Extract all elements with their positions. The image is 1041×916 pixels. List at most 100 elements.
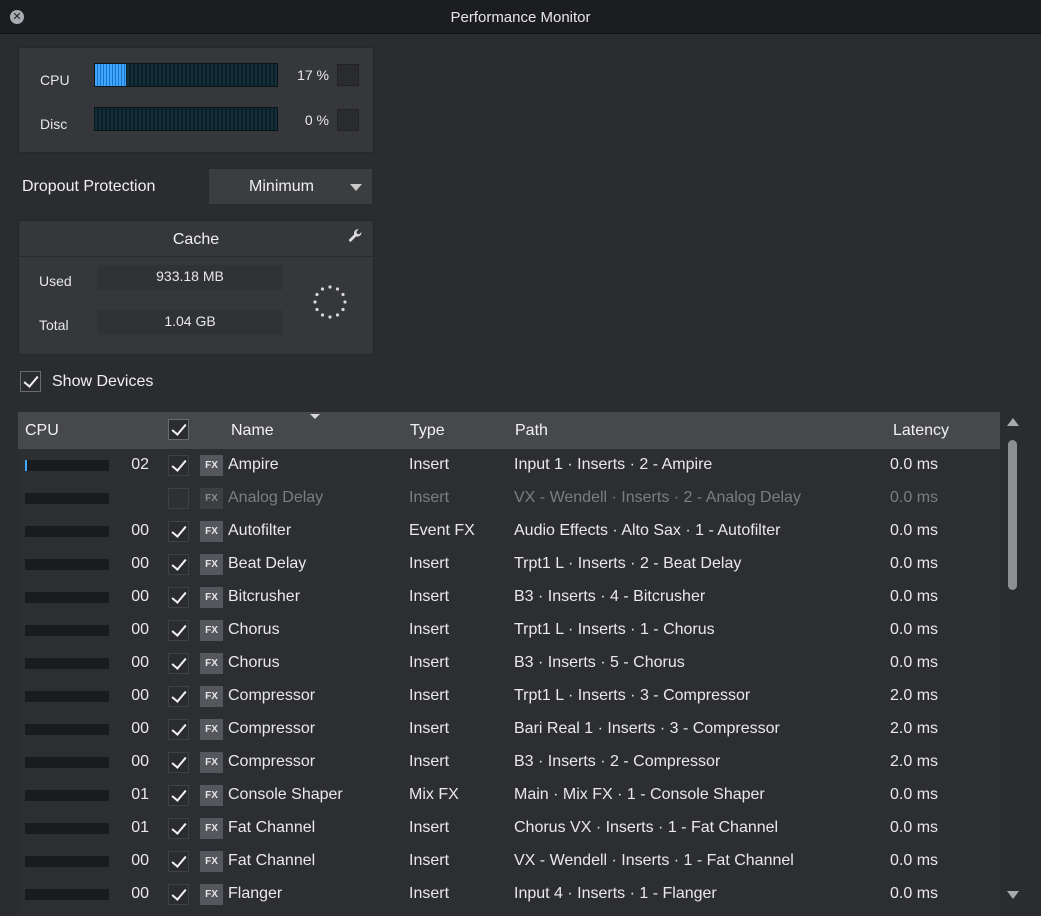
device-path: Input 1 · Inserts · 2 - Ampire — [514, 456, 713, 473]
table-row[interactable]: 00 FX Compressor Insert Bari Real 1 · Insert… — [18, 713, 1000, 746]
device-path: VX - Wendell · Inserts · 1 - Fat Channel — [514, 852, 794, 869]
device-enable-checkbox[interactable] — [168, 587, 189, 608]
device-cpu-meter — [25, 460, 109, 471]
title-bar: ✕ Performance Monitor — [0, 0, 1041, 34]
device-enable-toggle[interactable] — [168, 719, 189, 740]
device-path: B3 · Inserts · 4 - Bitcrusher — [514, 588, 706, 605]
table-row[interactable]: 02 FX Ampire Insert Input 1 · Inserts · 2 - … — [18, 449, 1000, 482]
device-cpu-meter — [25, 493, 109, 504]
device-enable-checkbox[interactable] — [168, 653, 189, 674]
table-row[interactable]: 00 FX Autofilter Event FX Audio Effects · Al… — [18, 515, 1000, 548]
table-row[interactable]: 00 FX Chorus Insert Trpt1 L · Inserts · 1 - … — [18, 614, 1000, 647]
device-enable-checkbox[interactable] — [168, 455, 189, 476]
chevron-down-icon — [350, 184, 362, 191]
device-enable-checkbox[interactable] — [168, 488, 189, 509]
device-cpu-meter — [25, 823, 109, 834]
device-cpu-meter — [25, 757, 109, 768]
table-row[interactable]: 00 FX Chorus Insert B3 · Inserts · 5 - Choru… — [18, 647, 1000, 680]
table-row[interactable]: 00 FX Fat Channel Insert VX - Wendell · Inse… — [18, 845, 1000, 878]
device-enable-toggle[interactable] — [168, 521, 189, 542]
device-cpu-meter-fill — [25, 460, 27, 471]
device-enable-toggle[interactable] — [168, 587, 189, 608]
disc-overload-indicator[interactable] — [337, 109, 359, 131]
device-enable-toggle[interactable] — [168, 818, 189, 839]
show-devices-checkbox[interactable] — [20, 371, 41, 392]
dropout-protection-select[interactable]: Minimum — [208, 168, 373, 205]
device-latency: 2.0 ms — [890, 720, 939, 737]
device-latency: 0.0 ms — [890, 819, 939, 836]
column-header-name[interactable]: Name — [231, 422, 274, 440]
wrench-icon[interactable] — [347, 227, 365, 245]
cache-total-value: 1.04 GB — [97, 310, 283, 335]
table-row[interactable]: 00 FX Compressor Insert Trpt1 L · Inserts · … — [18, 680, 1000, 713]
fx-icon: FX — [200, 653, 223, 674]
device-enable-toggle[interactable] — [168, 752, 189, 773]
device-path: Audio Effects · Alto Sax · 1 - Autofilte… — [514, 522, 781, 539]
device-path: B3 · Inserts · 2 - Compressor — [514, 753, 721, 770]
cache-spinner-icon — [313, 285, 347, 319]
device-type: Insert — [409, 588, 450, 605]
device-name: Chorus — [228, 621, 280, 638]
column-header-type[interactable]: Type — [410, 422, 445, 440]
device-latency: 0.0 ms — [890, 555, 939, 572]
device-enable-checkbox[interactable] — [168, 521, 189, 542]
device-enable-toggle[interactable] — [168, 851, 189, 872]
cpu-overload-indicator[interactable] — [337, 64, 359, 86]
table-header: CPU Name Type Path Latency — [18, 412, 1000, 449]
device-enable-toggle[interactable] — [168, 686, 189, 707]
fx-icon: FX — [200, 488, 223, 509]
fx-icon: FX — [200, 620, 223, 641]
device-type: Insert — [409, 621, 450, 638]
device-latency: 0.0 ms — [890, 885, 939, 902]
device-enable-checkbox[interactable] — [168, 554, 189, 575]
device-latency: 0.0 ms — [890, 588, 939, 605]
device-enable-checkbox[interactable] — [168, 851, 189, 872]
device-enable-toggle[interactable] — [168, 620, 189, 641]
device-type: Insert — [409, 885, 450, 902]
cache-panel: Cache Used 933.18 MB Total 1.04 GB — [18, 220, 374, 355]
device-cpu-meter — [25, 658, 109, 669]
table-row[interactable]: 01 FX Fat Channel Insert Chorus VX · Inserts… — [18, 812, 1000, 845]
column-header-path[interactable]: Path — [515, 422, 548, 440]
disc-meter — [94, 107, 278, 131]
table-row[interactable]: 00 FX Bitcrusher Insert B3 · Inserts · 4 - B… — [18, 581, 1000, 614]
select-all-checkbox[interactable] — [168, 419, 189, 440]
table-row[interactable]: 01 FX Console Shaper Mix FX Main · Mix FX · … — [18, 779, 1000, 812]
fx-icon: FX — [200, 752, 223, 773]
cache-title: Cache — [172, 231, 220, 248]
device-enable-toggle[interactable] — [168, 785, 189, 806]
device-name: Compressor — [228, 687, 316, 704]
table-row[interactable]: 00 FX Flanger Insert Input 4 · Inserts · 1 -… — [18, 878, 1000, 911]
device-enable-checkbox[interactable] — [168, 620, 189, 641]
device-name: Autofilter — [228, 522, 292, 539]
device-enable-toggle[interactable] — [168, 653, 189, 674]
device-name: Bitcrusher — [228, 588, 301, 605]
table-row[interactable]: 00 FX Beat Delay Insert Trpt1 L · Inserts · … — [18, 548, 1000, 581]
device-enable-checkbox[interactable] — [168, 785, 189, 806]
scroll-up-arrow-icon[interactable] — [1007, 418, 1019, 426]
device-enable-toggle[interactable] — [168, 884, 189, 905]
meters-panel: CPU 17 % Disc 0 % — [18, 47, 374, 153]
fx-icon: FX — [200, 785, 223, 806]
table-row[interactable]: 00 FX Compressor Insert B3 · Inserts · 2 - C… — [18, 746, 1000, 779]
device-enable-checkbox[interactable] — [168, 884, 189, 905]
column-header-enabled[interactable] — [168, 419, 189, 440]
device-enable-checkbox[interactable] — [168, 818, 189, 839]
device-enable-checkbox[interactable] — [168, 686, 189, 707]
scrollbar-thumb[interactable] — [1008, 440, 1017, 590]
device-path: Bari Real 1 · Inserts · 3 - Compressor — [514, 720, 780, 737]
device-name: Compressor — [228, 720, 316, 737]
cpu-meter-fill — [95, 64, 127, 86]
show-devices-toggle[interactable]: Show Devices — [20, 371, 153, 392]
table-row[interactable]: FX Analog Delay Insert VX - Wendell · Inser… — [18, 482, 1000, 515]
device-enable-toggle[interactable] — [168, 554, 189, 575]
device-enable-checkbox[interactable] — [168, 752, 189, 773]
scroll-down-arrow-icon[interactable] — [1007, 891, 1019, 899]
device-enable-checkbox[interactable] — [168, 719, 189, 740]
device-enable-toggle[interactable] — [168, 488, 189, 509]
device-cpu-meter — [25, 856, 109, 867]
column-header-cpu[interactable]: CPU — [25, 422, 59, 440]
column-header-latency[interactable]: Latency — [893, 422, 949, 440]
window-title: Performance Monitor — [450, 9, 591, 26]
device-enable-toggle[interactable] — [168, 455, 189, 476]
